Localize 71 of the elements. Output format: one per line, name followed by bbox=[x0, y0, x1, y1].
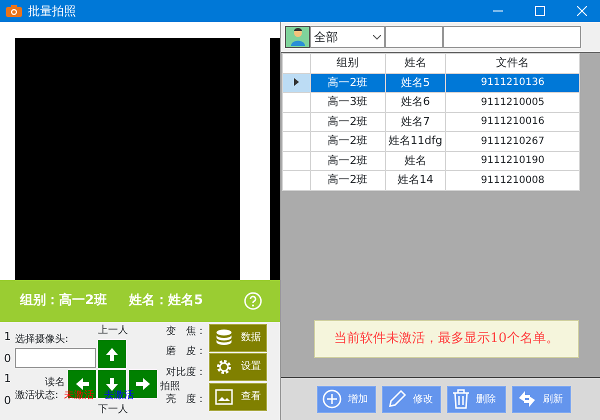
table-cell: 姓名6 bbox=[385, 92, 446, 112]
adjustment-label: 磨 皮： bbox=[166, 346, 206, 358]
adjustment-label: 亮 度： bbox=[166, 394, 206, 406]
table-row[interactable]: 高一3班 姓名6 9111210005 bbox=[282, 92, 580, 112]
name-label: 姓名：姓名5 bbox=[129, 292, 204, 310]
side-number: 0 bbox=[4, 394, 11, 408]
row-pointer-icon bbox=[294, 78, 299, 86]
table-cell: 姓名5 bbox=[385, 73, 446, 92]
table-cell: 姓名14 bbox=[385, 170, 446, 190]
group-label: 组别：高一2班 bbox=[20, 292, 108, 310]
table-cell: 9111210008 bbox=[446, 170, 580, 190]
action-button[interactable]: 修改 bbox=[382, 386, 441, 412]
table-cell: 9111210190 bbox=[446, 151, 580, 170]
maximize-icon bbox=[535, 6, 545, 16]
table-cell: 高一3班 bbox=[310, 92, 386, 112]
action-button[interactable]: 刷新 bbox=[512, 386, 571, 412]
column-header: 组别 bbox=[310, 54, 386, 73]
table-cell: 姓名7 bbox=[385, 112, 446, 132]
close-icon bbox=[577, 6, 587, 16]
window-title: 批量拍照 bbox=[28, 3, 76, 20]
trash-icon bbox=[452, 389, 470, 409]
next-label: 下一人 bbox=[98, 404, 128, 416]
prev-label: 上一人 bbox=[98, 325, 128, 337]
table-row[interactable]: 高一2班 姓名7 9111210016 bbox=[282, 112, 580, 132]
side-number: 1 bbox=[4, 330, 11, 344]
panel-button[interactable]: 查看 bbox=[209, 383, 267, 411]
side-number: 1 bbox=[4, 372, 11, 386]
plus-icon bbox=[322, 389, 342, 409]
table-row[interactable]: 高一2班 姓名14 9111210008 bbox=[282, 170, 580, 190]
shoot-label: 拍照 bbox=[160, 381, 180, 393]
camera-icon bbox=[6, 5, 22, 17]
database-icon bbox=[215, 329, 233, 347]
adjustment-label: 对比度： bbox=[166, 367, 206, 379]
table-cell: 高一2班 bbox=[310, 170, 386, 190]
up-button[interactable] bbox=[97, 339, 127, 369]
search-field[interactable] bbox=[385, 26, 443, 48]
search-field[interactable] bbox=[443, 26, 581, 48]
table-cell: 9111210005 bbox=[446, 92, 580, 112]
image-icon bbox=[215, 389, 233, 405]
table-cell: 9111210136 bbox=[446, 73, 580, 92]
table-row[interactable]: 高一2班 姓名11dfg 9111210267 bbox=[282, 132, 580, 151]
panel-button[interactable]: 数据 bbox=[209, 324, 267, 352]
person-icon[interactable] bbox=[285, 26, 310, 48]
table-cell: 9111210016 bbox=[446, 112, 580, 132]
table-row[interactable]: 高一2班 姓名 9111210190 bbox=[282, 151, 580, 170]
action-button[interactable]: 增加 bbox=[317, 386, 376, 412]
right-arrow-icon bbox=[135, 376, 151, 392]
table-cell: 9111210267 bbox=[446, 132, 580, 151]
table-cell: 高一2班 bbox=[310, 132, 386, 151]
side-number: 0 bbox=[4, 352, 11, 366]
panel-button[interactable]: 设置 bbox=[209, 353, 267, 381]
up-arrow-icon bbox=[104, 346, 120, 362]
table-cell: 高一2班 bbox=[310, 151, 386, 170]
column-header: 姓名 bbox=[385, 54, 446, 73]
read-name-label: 读名 bbox=[45, 377, 65, 389]
table-row[interactable]: 高一2班 姓名5 9111210136 bbox=[282, 73, 580, 92]
table-cell: 高一2班 bbox=[310, 73, 386, 92]
table-cell: 姓名11dfg bbox=[385, 132, 446, 151]
gear-icon bbox=[215, 358, 233, 376]
refresh-icon bbox=[517, 389, 537, 409]
column-header: 文件名 bbox=[446, 54, 580, 73]
group-select[interactable]: 全部 bbox=[310, 26, 385, 48]
table-cell: 姓名 bbox=[385, 151, 446, 170]
table-cell: 高一2班 bbox=[310, 112, 386, 132]
status-label: 激活状态: bbox=[15, 390, 58, 402]
adjustment-label: 变 焦： bbox=[166, 326, 206, 338]
notice-banner: 当前软件未激活，最多显示10个名单。 bbox=[314, 320, 579, 358]
action-button[interactable]: 删除 bbox=[447, 386, 506, 412]
camera-label: 选择摄像头: bbox=[15, 334, 68, 346]
chevron-icon bbox=[373, 34, 381, 40]
pencil-icon bbox=[387, 389, 407, 409]
